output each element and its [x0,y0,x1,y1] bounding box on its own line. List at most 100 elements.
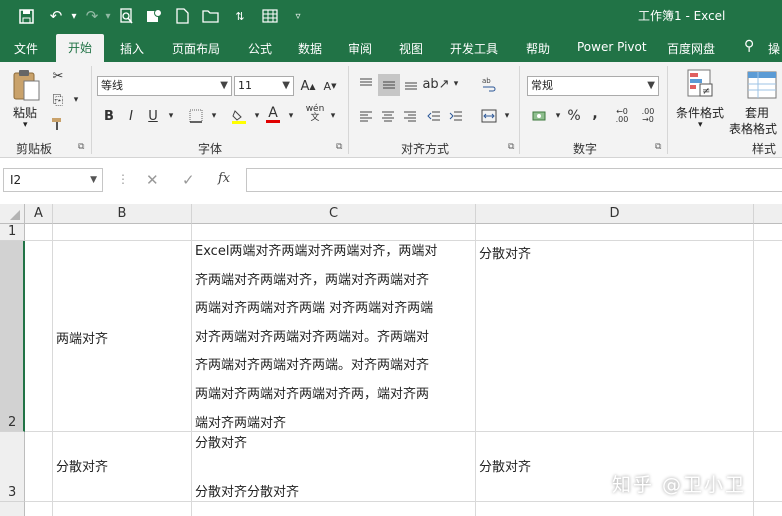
open-folder-icon[interactable] [200,6,220,26]
accounting-format-icon[interactable] [530,106,550,126]
table-icon[interactable] [260,6,280,26]
italic-button[interactable]: I [121,106,141,126]
column-header-d[interactable]: D [476,204,754,224]
row-header-3[interactable]: 3 [0,432,25,502]
print-preview-icon[interactable] [116,6,136,26]
align-left-icon[interactable] [356,106,376,126]
font-name-combo[interactable]: 等线 ▼ [97,76,232,96]
bold-button[interactable]: B [99,106,119,126]
cell-c2[interactable]: Excel两端对齐两端对齐两端对齐，两端对 齐两端对齐两端对齐，两端对齐两端对齐… [195,238,469,438]
tab-home[interactable]: 开始 [56,34,105,62]
paste-button[interactable]: 粘贴 [13,104,37,121]
font-launcher-icon[interactable]: ⧉ [336,142,342,152]
font-size-combo[interactable]: 11 ▼ [234,76,294,96]
tab-view[interactable]: 视图 [399,40,423,57]
cancel-icon[interactable]: ✕ [146,171,159,189]
column-header-c[interactable]: C [192,204,476,224]
conditional-formatting-icon[interactable]: ≠ [686,68,718,100]
merge-center-icon[interactable] [479,106,499,126]
row-header-4[interactable] [0,502,25,516]
lightbulb-icon[interactable]: ⚲ [744,38,754,54]
align-top-icon[interactable] [356,74,376,94]
clipboard-launcher-icon[interactable]: ⧉ [78,142,84,152]
cut-icon[interactable]: ✂ [48,66,68,86]
font-color-dropdown-icon[interactable]: ▾ [281,106,301,126]
tab-developer[interactable]: 开发工具 [450,40,498,57]
alignment-launcher-icon[interactable]: ⧉ [508,142,514,152]
underline-button[interactable]: U [143,106,163,126]
conditional-formatting-button[interactable]: 条件格式 [676,104,724,121]
shrink-font-button[interactable]: A ▼ [320,76,340,96]
formula-bar-splitter-icon[interactable]: ⋮ [117,172,129,186]
row-header-2[interactable]: 2 [0,241,25,432]
cell-b2[interactable]: 两端对齐 [56,328,108,347]
tab-review[interactable]: 审阅 [348,40,372,57]
name-box[interactable]: I2 ▼ [3,168,103,192]
decrease-decimal-icon[interactable]: .00 →0 [638,106,658,126]
format-as-table-label-2[interactable]: 表格格式 [729,120,777,137]
format-painter-icon[interactable] [48,114,68,134]
column-header-b[interactable]: B [53,204,192,224]
tab-formulas[interactable]: 公式 [248,40,272,57]
cell-c3-top[interactable]: 分散对齐 [195,432,247,451]
percent-button[interactable]: % [564,106,584,126]
column-header-e[interactable] [754,204,782,224]
merge-dropdown-icon[interactable]: ▾ [497,106,517,126]
conditional-dropdown-icon[interactable]: ▾ [698,120,703,130]
tab-data[interactable]: 数据 [298,40,322,57]
select-all-button[interactable] [0,204,25,224]
undo-dropdown-icon[interactable]: ▾ [64,6,84,26]
save-icon[interactable] [16,6,36,26]
tab-tell-me[interactable]: 操 [768,40,780,57]
fill-color-icon[interactable] [229,106,249,126]
align-bottom-icon[interactable] [401,74,421,94]
orientation-dropdown-icon[interactable]: ▾ [446,74,466,94]
border-dropdown-icon[interactable]: ▾ [204,106,224,126]
sort-icon[interactable]: ⇅ [230,6,250,26]
orientation-icon[interactable]: ab↗ [422,74,449,94]
underline-dropdown-icon[interactable]: ▾ [161,106,181,126]
tab-page-layout[interactable]: 页面布局 [172,40,220,57]
enter-icon[interactable]: ✓ [182,171,195,189]
redo-dropdown-icon[interactable]: ▾ [98,6,118,26]
phonetic-dropdown-icon[interactable]: ▾ [323,106,343,126]
align-center-icon[interactable] [378,106,398,126]
tab-insert[interactable]: 插入 [120,40,144,57]
number-format-combo[interactable]: 常规 ▼ [527,76,659,96]
increase-indent-icon[interactable] [446,106,466,126]
align-middle-icon[interactable] [378,74,400,96]
border-icon[interactable] [186,106,206,126]
save-as-icon[interactable] [144,6,164,26]
paste-icon[interactable] [12,68,42,102]
grow-font-button[interactable]: A ▲ [298,76,318,96]
cell-d3[interactable]: 分散对齐 [479,456,531,475]
formula-input[interactable] [246,168,782,192]
undo-icon[interactable]: ↶ [46,6,66,26]
tab-baidu-netdisk[interactable]: 百度网盘 [667,40,715,57]
format-as-table-icon[interactable] [746,70,778,100]
decrease-indent-icon[interactable] [424,106,444,126]
comma-button[interactable]: , [585,104,605,124]
cell-c3-bottom[interactable]: 分散对齐分散对齐 [195,481,299,500]
number-launcher-icon[interactable]: ⧉ [655,142,661,152]
customize-icon[interactable]: ▿ [288,6,308,26]
align-right-icon[interactable] [400,106,420,126]
cell-d2[interactable]: 分散对齐 [479,243,531,262]
increase-decimal-icon[interactable]: ←0.00 [612,106,632,126]
column-header-a[interactable]: A [25,204,53,224]
row-header-1[interactable]: 1 [0,224,25,241]
cell-b3[interactable]: 分散对齐 [56,456,108,475]
new-file-icon[interactable] [172,6,192,26]
copy-dropdown-icon[interactable]: ▾ [66,90,86,110]
tab-help[interactable]: 帮助 [526,40,550,57]
tab-file[interactable]: 文件 [14,40,38,57]
font-color-button[interactable]: A [263,104,283,124]
tab-power-pivot[interactable]: Power Pivot [577,40,647,54]
paste-dropdown-icon[interactable]: ▾ [23,120,28,130]
copy-icon[interactable]: ⎘ [48,90,68,110]
format-as-table-label-1[interactable]: 套用 [745,104,769,121]
insert-function-icon[interactable]: fx [218,171,230,186]
phonetic-button[interactable]: wén 文 [305,104,325,124]
chevron-down-icon[interactable]: ▼ [90,169,97,191]
wrap-text-icon[interactable]: ab [479,74,499,94]
